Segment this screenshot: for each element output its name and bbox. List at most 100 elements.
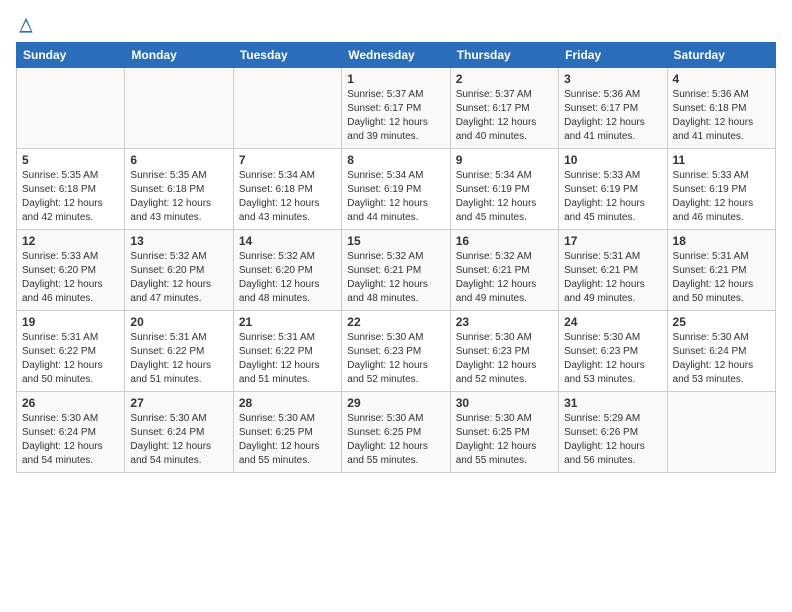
day-number: 24 <box>564 315 661 329</box>
day-number: 1 <box>347 72 444 86</box>
calendar-cell: 9 Sunrise: 5:34 AM Sunset: 6:19 PM Daylig… <box>450 149 558 230</box>
calendar-cell <box>17 68 125 149</box>
day-number: 29 <box>347 396 444 410</box>
day-info: Sunrise: 5:32 AM Sunset: 6:21 PM Dayligh… <box>347 250 444 306</box>
day-number: 17 <box>564 234 661 248</box>
day-number: 8 <box>347 153 444 167</box>
calendar-cell: 23 Sunrise: 5:30 AM Sunset: 6:23 PM Dayli… <box>450 311 558 392</box>
day-info: Sunrise: 5:31 AM Sunset: 6:22 PM Dayligh… <box>130 331 227 387</box>
day-info: Sunrise: 5:30 AM Sunset: 6:24 PM Dayligh… <box>130 412 227 468</box>
calendar-cell <box>233 68 341 149</box>
calendar-cell <box>125 68 233 149</box>
day-number: 12 <box>22 234 119 248</box>
calendar-cell: 21 Sunrise: 5:31 AM Sunset: 6:22 PM Dayli… <box>233 311 341 392</box>
header-sunday: Sunday <box>17 43 125 68</box>
calendar-week-row: 5 Sunrise: 5:35 AM Sunset: 6:18 PM Daylig… <box>17 149 776 230</box>
day-number: 23 <box>456 315 553 329</box>
day-info: Sunrise: 5:30 AM Sunset: 6:25 PM Dayligh… <box>456 412 553 468</box>
day-info: Sunrise: 5:31 AM Sunset: 6:22 PM Dayligh… <box>239 331 336 387</box>
day-number: 26 <box>22 396 119 410</box>
calendar-week-row: 19 Sunrise: 5:31 AM Sunset: 6:22 PM Dayli… <box>17 311 776 392</box>
day-number: 10 <box>564 153 661 167</box>
calendar-cell: 20 Sunrise: 5:31 AM Sunset: 6:22 PM Dayli… <box>125 311 233 392</box>
calendar-cell: 29Sunrise: 5:30 AM Sunset: 6:25 PM Dayli… <box>342 392 450 473</box>
calendar-cell: 12 Sunrise: 5:33 AM Sunset: 6:20 PM Dayli… <box>17 230 125 311</box>
page-header <box>16 16 776 36</box>
calendar-cell: 24 Sunrise: 5:30 AM Sunset: 6:23 PM Dayli… <box>559 311 667 392</box>
day-number: 4 <box>673 72 770 86</box>
calendar-cell: 10 Sunrise: 5:33 AM Sunset: 6:19 PM Dayli… <box>559 149 667 230</box>
calendar-cell: 2Sunrise: 5:37 AM Sunset: 6:17 PM Daylig… <box>450 68 558 149</box>
header-saturday: Saturday <box>667 43 775 68</box>
day-number: 5 <box>22 153 119 167</box>
logo <box>16 16 40 36</box>
day-info: Sunrise: 5:30 AM Sunset: 6:23 PM Dayligh… <box>456 331 553 387</box>
calendar-cell: 31 Sunrise: 5:29 AM Sunset: 6:26 PM Dayli… <box>559 392 667 473</box>
day-number: 2 <box>456 72 553 86</box>
calendar-header-row: SundayMondayTuesdayWednesdayThursdayFrid… <box>17 43 776 68</box>
day-number: 3 <box>564 72 661 86</box>
calendar-cell: 11Sunrise: 5:33 AM Sunset: 6:19 PM Dayli… <box>667 149 775 230</box>
calendar-cell: 14Sunrise: 5:32 AM Sunset: 6:20 PM Dayli… <box>233 230 341 311</box>
header-tuesday: Tuesday <box>233 43 341 68</box>
calendar-cell: 26 Sunrise: 5:30 AM Sunset: 6:24 PM Dayli… <box>17 392 125 473</box>
day-number: 27 <box>130 396 227 410</box>
day-number: 28 <box>239 396 336 410</box>
calendar-cell: 22 Sunrise: 5:30 AM Sunset: 6:23 PM Dayli… <box>342 311 450 392</box>
day-number: 19 <box>22 315 119 329</box>
calendar-cell: 15 Sunrise: 5:32 AM Sunset: 6:21 PM Dayli… <box>342 230 450 311</box>
day-info: Sunrise: 5:29 AM Sunset: 6:26 PM Dayligh… <box>564 412 661 468</box>
day-info: Sunrise: 5:30 AM Sunset: 6:24 PM Dayligh… <box>22 412 119 468</box>
calendar-cell: 30Sunrise: 5:30 AM Sunset: 6:25 PM Dayli… <box>450 392 558 473</box>
day-info: Sunrise: 5:34 AM Sunset: 6:19 PM Dayligh… <box>347 169 444 225</box>
calendar-week-row: 1 Sunrise: 5:37 AM Sunset: 6:17 PM Daylig… <box>17 68 776 149</box>
day-number: 15 <box>347 234 444 248</box>
day-info: Sunrise: 5:30 AM Sunset: 6:23 PM Dayligh… <box>347 331 444 387</box>
day-number: 9 <box>456 153 553 167</box>
day-number: 22 <box>347 315 444 329</box>
day-info: Sunrise: 5:32 AM Sunset: 6:20 PM Dayligh… <box>130 250 227 306</box>
day-info: Sunrise: 5:30 AM Sunset: 6:23 PM Dayligh… <box>564 331 661 387</box>
calendar-cell: 4 Sunrise: 5:36 AM Sunset: 6:18 PM Daylig… <box>667 68 775 149</box>
day-info: Sunrise: 5:33 AM Sunset: 6:20 PM Dayligh… <box>22 250 119 306</box>
day-info: Sunrise: 5:34 AM Sunset: 6:18 PM Dayligh… <box>239 169 336 225</box>
logo-icon <box>16 16 36 36</box>
calendar-cell: 27 Sunrise: 5:30 AM Sunset: 6:24 PM Dayli… <box>125 392 233 473</box>
day-info: Sunrise: 5:31 AM Sunset: 6:21 PM Dayligh… <box>673 250 770 306</box>
calendar-cell: 13Sunrise: 5:32 AM Sunset: 6:20 PM Dayli… <box>125 230 233 311</box>
header-wednesday: Wednesday <box>342 43 450 68</box>
day-info: Sunrise: 5:32 AM Sunset: 6:21 PM Dayligh… <box>456 250 553 306</box>
day-number: 18 <box>673 234 770 248</box>
day-number: 25 <box>673 315 770 329</box>
calendar-cell: 25 Sunrise: 5:30 AM Sunset: 6:24 PM Dayli… <box>667 311 775 392</box>
calendar-cell: 3 Sunrise: 5:36 AM Sunset: 6:17 PM Daylig… <box>559 68 667 149</box>
calendar-cell <box>667 392 775 473</box>
day-info: Sunrise: 5:37 AM Sunset: 6:17 PM Dayligh… <box>347 88 444 144</box>
calendar-week-row: 26 Sunrise: 5:30 AM Sunset: 6:24 PM Dayli… <box>17 392 776 473</box>
day-number: 6 <box>130 153 227 167</box>
day-number: 31 <box>564 396 661 410</box>
calendar-cell: 6Sunrise: 5:35 AM Sunset: 6:18 PM Daylig… <box>125 149 233 230</box>
calendar-cell: 5 Sunrise: 5:35 AM Sunset: 6:18 PM Daylig… <box>17 149 125 230</box>
day-info: Sunrise: 5:30 AM Sunset: 6:24 PM Dayligh… <box>673 331 770 387</box>
day-info: Sunrise: 5:32 AM Sunset: 6:20 PM Dayligh… <box>239 250 336 306</box>
day-info: Sunrise: 5:36 AM Sunset: 6:18 PM Dayligh… <box>673 88 770 144</box>
calendar-cell: 19Sunrise: 5:31 AM Sunset: 6:22 PM Dayli… <box>17 311 125 392</box>
header-monday: Monday <box>125 43 233 68</box>
calendar-cell: 28 Sunrise: 5:30 AM Sunset: 6:25 PM Dayli… <box>233 392 341 473</box>
day-number: 21 <box>239 315 336 329</box>
calendar-cell: 1 Sunrise: 5:37 AM Sunset: 6:17 PM Daylig… <box>342 68 450 149</box>
header-friday: Friday <box>559 43 667 68</box>
calendar-week-row: 12 Sunrise: 5:33 AM Sunset: 6:20 PM Dayli… <box>17 230 776 311</box>
day-info: Sunrise: 5:35 AM Sunset: 6:18 PM Dayligh… <box>22 169 119 225</box>
day-info: Sunrise: 5:36 AM Sunset: 6:17 PM Dayligh… <box>564 88 661 144</box>
calendar-table: SundayMondayTuesdayWednesdayThursdayFrid… <box>16 42 776 473</box>
calendar-cell: 16Sunrise: 5:32 AM Sunset: 6:21 PM Dayli… <box>450 230 558 311</box>
day-info: Sunrise: 5:34 AM Sunset: 6:19 PM Dayligh… <box>456 169 553 225</box>
header-thursday: Thursday <box>450 43 558 68</box>
day-info: Sunrise: 5:30 AM Sunset: 6:25 PM Dayligh… <box>239 412 336 468</box>
day-number: 20 <box>130 315 227 329</box>
day-info: Sunrise: 5:33 AM Sunset: 6:19 PM Dayligh… <box>564 169 661 225</box>
day-number: 7 <box>239 153 336 167</box>
calendar-cell: 8 Sunrise: 5:34 AM Sunset: 6:19 PM Daylig… <box>342 149 450 230</box>
